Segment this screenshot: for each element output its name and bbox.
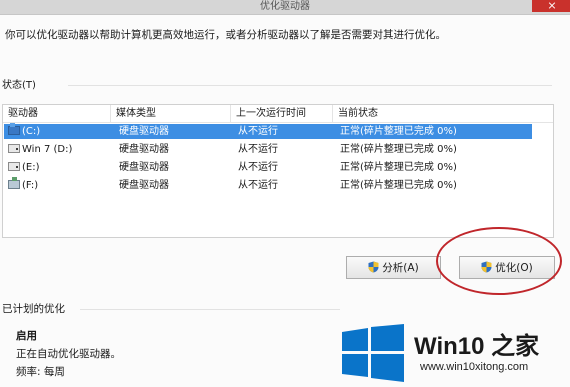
status-divider [68, 85, 552, 86]
drive-list[interactable]: 驱动器 媒体类型 上一次运行时间 当前状态 (C:) 硬盘驱动器 从不运行 正常… [2, 104, 554, 238]
last-run-cell: 从不运行 [238, 144, 278, 155]
last-run-cell: 从不运行 [238, 180, 278, 191]
schedule-divider [80, 309, 340, 310]
drive-cell: (E:) [8, 160, 113, 175]
table-row[interactable]: (C:) 硬盘驱动器 从不运行 正常(碎片整理已完成 0%) [4, 123, 532, 139]
shield-icon [368, 261, 379, 273]
table-header: 驱动器 媒体类型 上一次运行时间 当前状态 [3, 105, 553, 123]
status-cell: 正常(碎片整理已完成 0%) [340, 144, 457, 155]
drive-cell: (F:) [8, 177, 113, 193]
table-row[interactable]: (E:) 硬盘驱动器 从不运行 正常(碎片整理已完成 0%) [4, 160, 532, 175]
media-type-cell: 硬盘驱动器 [119, 126, 169, 137]
win10-watermark: Win10 之家 www.win10xitong.com [338, 318, 569, 387]
media-type-cell: 硬盘驱动器 [119, 144, 169, 155]
table-row[interactable]: (F:) 硬盘驱动器 从不运行 正常(碎片整理已完成 0%) [4, 177, 532, 193]
status-cell: 正常(碎片整理已完成 0%) [340, 162, 457, 173]
status-cell: 正常(碎片整理已完成 0%) [340, 126, 457, 137]
windows-logo-icon [342, 324, 404, 382]
system-drive-icon [8, 123, 20, 135]
column-header-media-type[interactable]: 媒体类型 [111, 105, 231, 122]
drive-cell: (C:) [8, 123, 113, 139]
watermark-title: Win10 之家 [414, 333, 540, 360]
media-type-cell: 硬盘驱动器 [119, 180, 169, 191]
description-text: 你可以优化驱动器以帮助计算机更高效地运行，或者分析驱动器以了解是否需要对其进行优… [5, 29, 446, 41]
media-type-cell: 硬盘驱动器 [119, 162, 169, 173]
table-row[interactable]: Win 7 (D:) 硬盘驱动器 从不运行 正常(碎片整理已完成 0%) [4, 142, 532, 157]
schedule-enable-label: 启用 [16, 330, 37, 342]
status-section-label: 状态(T) [2, 80, 36, 91]
analyze-button[interactable]: 分析(A) [346, 256, 441, 279]
optimize-drives-window: 优化驱动器 你可以优化驱动器以帮助计算机更高效地运行，或者分析驱动器以了解是否需… [0, 0, 570, 387]
scheduled-optimization-label: 已计划的优化 [2, 303, 65, 315]
schedule-status-text: 正在自动优化驱动器。 [16, 348, 121, 360]
table-scroll-area [535, 123, 553, 237]
schedule-frequency-text: 频率: 每周 [16, 366, 65, 378]
image-drive-icon [8, 177, 20, 189]
drive-cell: Win 7 (D:) [8, 142, 113, 157]
title-bar: 优化驱动器 [0, 0, 570, 15]
hard-drive-icon [8, 162, 20, 171]
column-header-current-status[interactable]: 当前状态 [333, 105, 553, 122]
last-run-cell: 从不运行 [238, 126, 278, 137]
close-icon[interactable] [532, 0, 570, 12]
highlight-circle [436, 227, 562, 295]
status-cell: 正常(碎片整理已完成 0%) [340, 180, 457, 191]
window-title: 优化驱动器 [260, 1, 310, 12]
last-run-cell: 从不运行 [238, 162, 278, 173]
column-header-drive[interactable]: 驱动器 [3, 105, 111, 122]
watermark-url: www.win10xitong.com [420, 361, 529, 373]
hard-drive-icon [8, 144, 20, 153]
column-header-last-run[interactable]: 上一次运行时间 [231, 105, 333, 122]
